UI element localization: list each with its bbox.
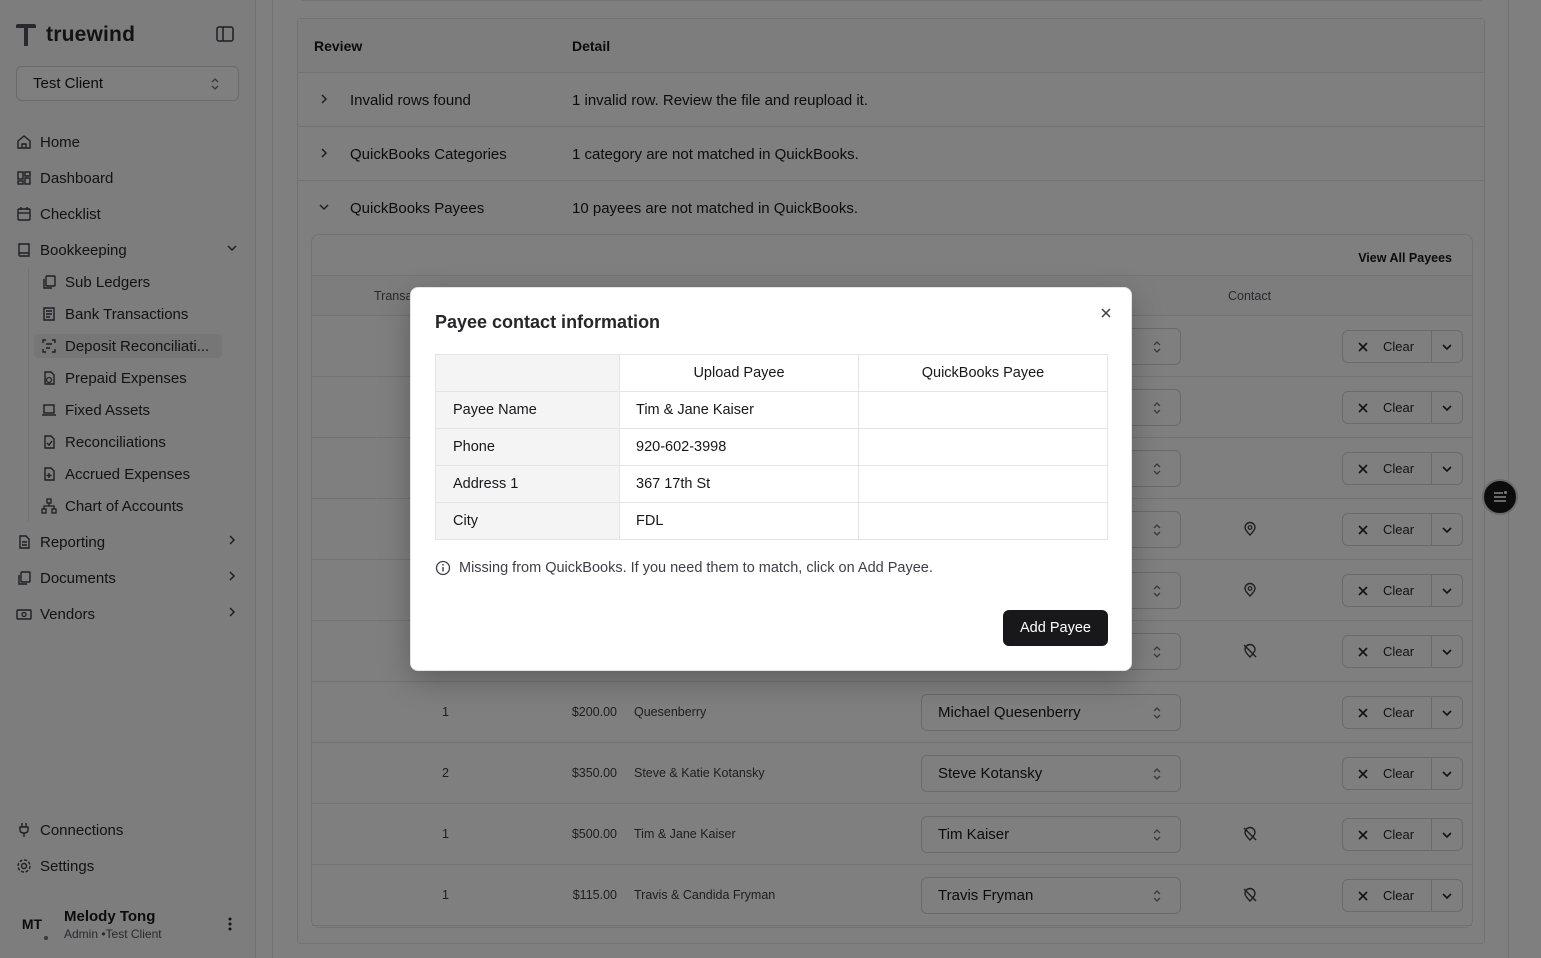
quickbooks-payee-header: QuickBooks Payee [858,354,1108,392]
quickbooks-value [858,465,1108,503]
table-row: Address 1 367 17th St [435,465,1108,503]
table-row: Payee Name Tim & Jane Kaiser [435,391,1108,429]
row-label: Address 1 [435,465,620,503]
quickbooks-value [858,391,1108,429]
row-label: Phone [435,428,620,466]
close-icon[interactable] [1099,306,1113,320]
quickbooks-value [858,502,1108,540]
info-message: Missing from QuickBooks. If you need the… [435,560,933,576]
info-text: Missing from QuickBooks. If you need the… [459,560,933,576]
add-payee-button[interactable]: Add Payee [1003,610,1108,646]
upload-value: Tim & Jane Kaiser [619,391,859,429]
upload-payee-header: Upload Payee [619,354,859,392]
row-label: Payee Name [435,391,620,429]
table-row: City FDL [435,502,1108,540]
upload-value: 367 17th St [619,465,859,503]
table-row: Phone 920-602-3998 [435,428,1108,466]
upload-value: FDL [619,502,859,540]
info-icon [435,560,451,576]
table-corner-cell [435,354,620,392]
dialog-title: Payee contact information [435,312,661,332]
quickbooks-value [858,428,1108,466]
contact-compare-table: Upload Payee QuickBooks Payee Payee Name… [435,354,1108,540]
payee-contact-dialog: Payee contact information Upload Payee Q… [410,287,1132,671]
upload-value: 920-602-3998 [619,428,859,466]
row-label: City [435,502,620,540]
